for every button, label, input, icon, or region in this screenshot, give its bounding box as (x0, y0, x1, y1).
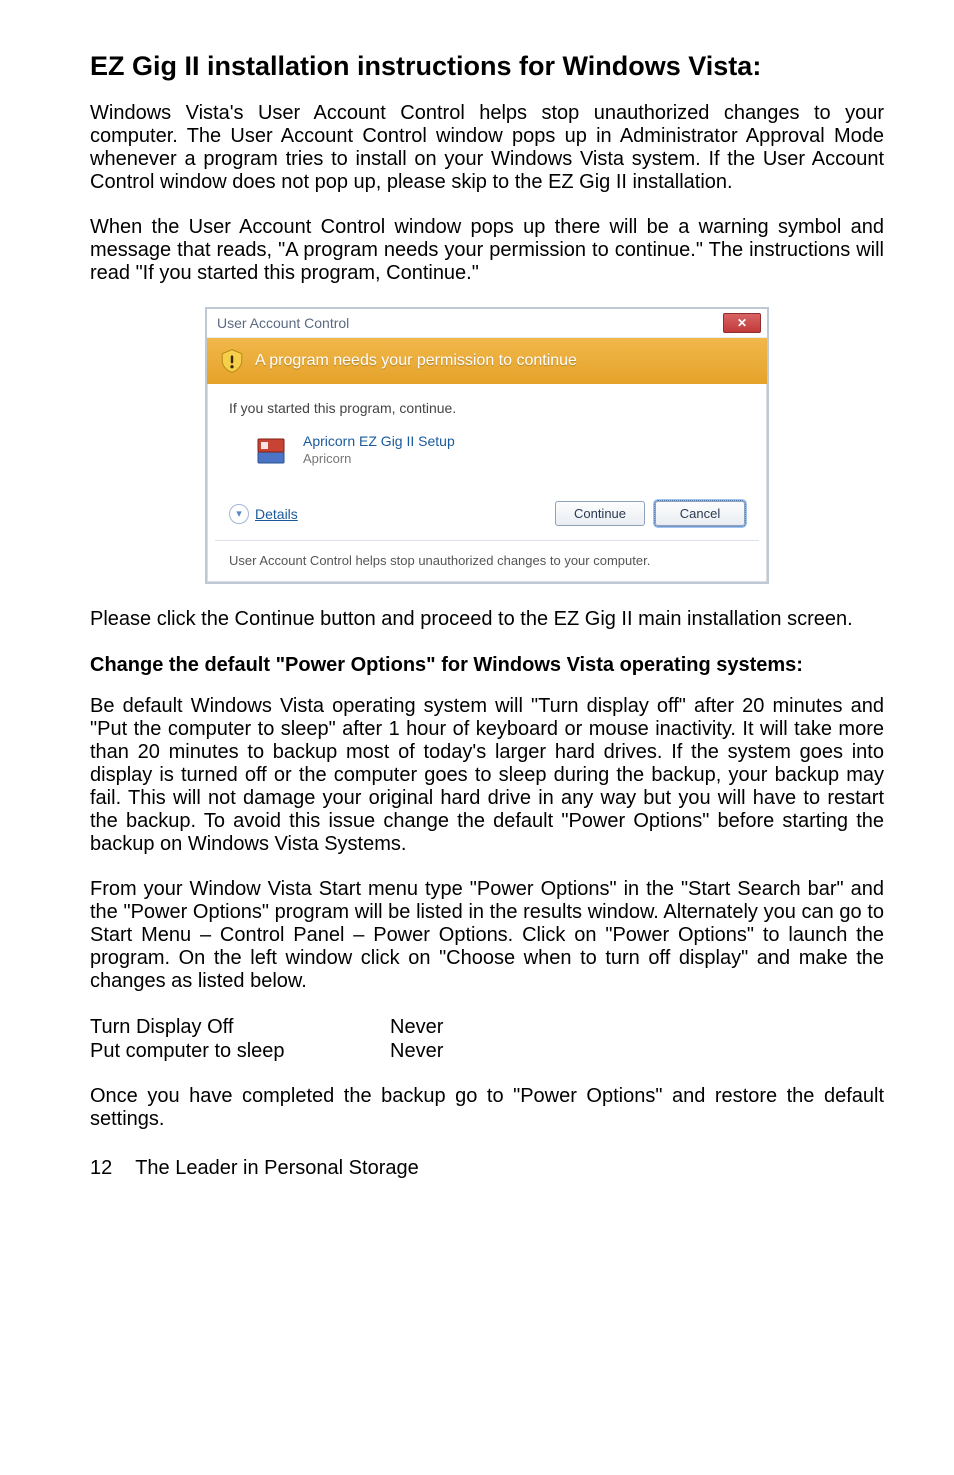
details-toggle[interactable]: ▾ Details (229, 504, 298, 524)
continue-button[interactable]: Continue (555, 501, 645, 526)
cancel-button[interactable]: Cancel (655, 501, 745, 526)
uac-actions: ▾ Details Continue Cancel (207, 495, 767, 540)
uac-header: A program needs your permission to conti… (207, 338, 767, 384)
setting-key: Put computer to sleep (90, 1039, 390, 1063)
uac-program-row: Apricorn EZ Gig II Setup Apricorn (229, 428, 745, 485)
uac-instruction-text: If you started this program, continue. (229, 400, 745, 416)
installer-icon (255, 434, 287, 466)
close-icon: ✕ (737, 317, 747, 329)
shield-warning-icon (219, 348, 245, 374)
section-subheading: Change the default "Power Options" for W… (90, 653, 884, 677)
uac-header-text: A program needs your permission to conti… (255, 352, 577, 370)
uac-publisher: Apricorn (303, 451, 455, 468)
uac-program-name: Apricorn EZ Gig II Setup (303, 432, 455, 450)
body-paragraph: Windows Vista's User Account Control hel… (90, 102, 884, 194)
page-number: 12 (90, 1157, 130, 1180)
uac-titlebar: User Account Control ✕ (207, 309, 767, 338)
body-paragraph: Once you have completed the backup go to… (90, 1085, 884, 1131)
uac-footer-text: User Account Control helps stop unauthor… (207, 541, 767, 582)
setting-row: Put computer to sleep Never (90, 1039, 884, 1063)
page-footer: 12 The Leader in Personal Storage (90, 1157, 884, 1180)
setting-value: Never (390, 1015, 443, 1039)
uac-button-row: Continue Cancel (555, 501, 745, 526)
setting-row: Turn Display Off Never (90, 1015, 884, 1039)
body-paragraph: Please click the Continue button and pro… (90, 608, 884, 631)
setting-key: Turn Display Off (90, 1015, 390, 1039)
details-label: Details (255, 506, 298, 522)
uac-title: User Account Control (217, 315, 349, 331)
uac-dialog-wrap: User Account Control ✕ A program needs y… (90, 307, 884, 584)
body-paragraph: When the User Account Control window pop… (90, 216, 884, 285)
footer-tagline: The Leader in Personal Storage (135, 1157, 419, 1179)
uac-dialog: User Account Control ✕ A program needs y… (205, 307, 769, 584)
setting-value: Never (390, 1039, 443, 1063)
uac-program-text: Apricorn EZ Gig II Setup Apricorn (303, 432, 455, 467)
body-paragraph: From your Window Vista Start menu type "… (90, 878, 884, 993)
close-button[interactable]: ✕ (723, 313, 761, 333)
page-heading: EZ Gig II installation instructions for … (90, 50, 884, 82)
chevron-down-icon: ▾ (229, 504, 249, 524)
body-paragraph: Be default Windows Vista operating syste… (90, 695, 884, 856)
details-accesskey: Details (255, 506, 298, 522)
uac-body: If you started this program, continue. A… (207, 384, 767, 495)
